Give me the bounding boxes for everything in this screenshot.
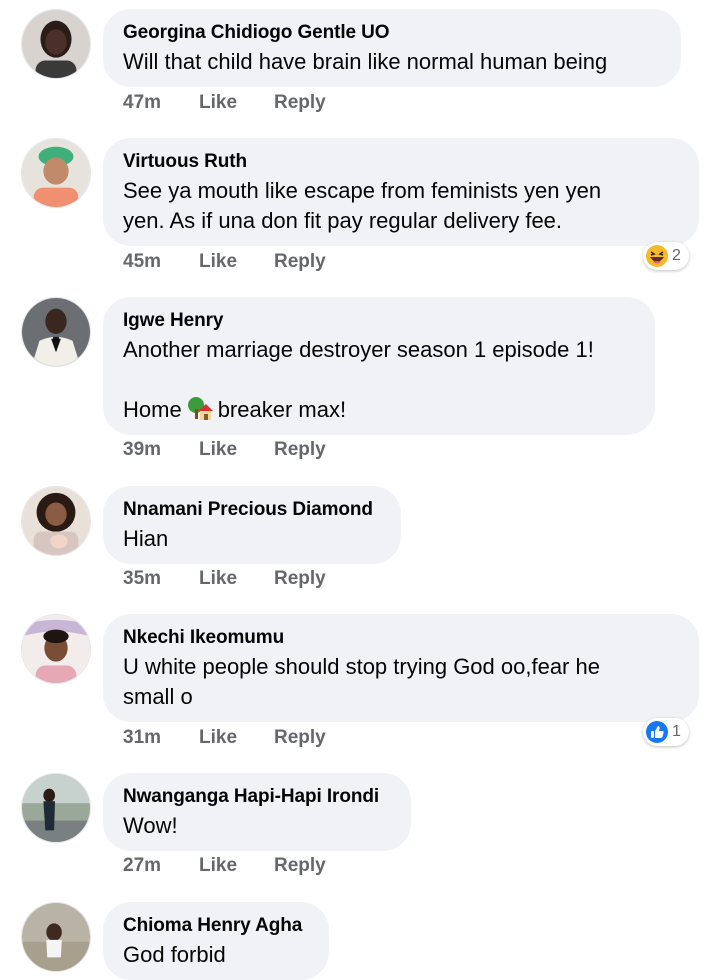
comment-text-line: small o bbox=[123, 684, 193, 709]
comment-text-line: See ya mouth like escape from feminists … bbox=[123, 178, 602, 203]
comment-text: Will that child have brain like normal h… bbox=[123, 49, 608, 74]
house-with-tree-icon bbox=[186, 395, 214, 423]
comment-bubble: Nwanganga Hapi-Hapi Irondi Wow! bbox=[103, 773, 411, 851]
comment-time: 39m bbox=[123, 439, 162, 460]
avatar[interactable] bbox=[21, 902, 91, 972]
avatar[interactable] bbox=[21, 486, 91, 556]
avatar[interactable] bbox=[21, 773, 91, 843]
comment-text: Wow! bbox=[123, 813, 178, 838]
comment-text: Hian bbox=[123, 526, 169, 551]
reply-button[interactable]: Reply bbox=[274, 726, 326, 750]
comment-text-line: breaker max! bbox=[217, 397, 347, 422]
comment-bubble: Chioma Henry Agha God forbid bbox=[103, 902, 329, 980]
comment-text: See ya mouth like escape from feminists … bbox=[123, 176, 679, 236]
commenter-name[interactable]: Nkechi Ikeomumu bbox=[123, 626, 679, 650]
comment-time: 45m bbox=[123, 251, 162, 272]
comment-text: Another marriage destroyer season 1 epis… bbox=[123, 335, 635, 425]
like-button[interactable]: Like bbox=[199, 250, 237, 274]
commenter-name[interactable]: Georgina Chidiogo Gentle UO bbox=[123, 21, 661, 45]
comment-text-line: U white people should stop trying God oo… bbox=[123, 654, 600, 679]
comment-text-line: yen. As if una don fit pay regular deliv… bbox=[123, 208, 563, 233]
haha-reaction-icon bbox=[645, 244, 669, 268]
reaction-summary[interactable]: 2 bbox=[643, 242, 689, 270]
avatar[interactable] bbox=[21, 614, 91, 684]
comment-bubble: Nnamani Precious Diamond Hian bbox=[103, 486, 401, 564]
comment-bubble: Nkechi Ikeomumu U white people should st… bbox=[103, 614, 699, 722]
reaction-count: 1 bbox=[672, 723, 681, 740]
commenter-name[interactable]: Igwe Henry bbox=[123, 309, 635, 333]
like-button[interactable]: Like bbox=[199, 91, 237, 115]
avatar[interactable] bbox=[21, 9, 91, 79]
reply-button[interactable]: Reply bbox=[274, 438, 326, 462]
commenter-name[interactable]: Chioma Henry Agha bbox=[123, 914, 309, 938]
comment-text: God forbid bbox=[123, 942, 226, 967]
comment-time: 27m bbox=[123, 855, 162, 876]
comment-text-line: Another marriage destroyer season 1 epis… bbox=[123, 337, 594, 362]
reply-button[interactable]: Reply bbox=[274, 567, 326, 591]
avatar[interactable] bbox=[21, 138, 91, 208]
commenter-name[interactable]: Nwanganga Hapi-Hapi Irondi bbox=[123, 785, 391, 809]
reply-button[interactable]: Reply bbox=[274, 91, 326, 115]
reply-button[interactable]: Reply bbox=[274, 250, 326, 274]
like-reaction-icon bbox=[645, 720, 669, 744]
comment-time: 47m bbox=[123, 92, 162, 113]
avatar[interactable] bbox=[21, 297, 91, 367]
reaction-summary[interactable]: 1 bbox=[643, 718, 689, 746]
comment-time: 31m bbox=[123, 727, 162, 748]
comment-bubble: Georgina Chidiogo Gentle UO Will that ch… bbox=[103, 9, 681, 87]
comment-text: U white people should stop trying God oo… bbox=[123, 652, 679, 712]
like-button[interactable]: Like bbox=[199, 438, 237, 462]
commenter-name[interactable]: Virtuous Ruth bbox=[123, 150, 679, 174]
reply-button[interactable]: Reply bbox=[274, 854, 326, 878]
like-button[interactable]: Like bbox=[199, 567, 237, 591]
reaction-count: 2 bbox=[672, 247, 681, 264]
comment-bubble: Igwe Henry Another marriage destroyer se… bbox=[103, 297, 655, 435]
commenter-name[interactable]: Nnamani Precious Diamond bbox=[123, 498, 381, 522]
like-button[interactable]: Like bbox=[199, 854, 237, 878]
comment-time: 35m bbox=[123, 568, 162, 589]
comment-bubble: Virtuous Ruth See ya mouth like escape f… bbox=[103, 138, 699, 246]
comment-text-line: Home bbox=[123, 397, 182, 422]
like-button[interactable]: Like bbox=[199, 726, 237, 750]
